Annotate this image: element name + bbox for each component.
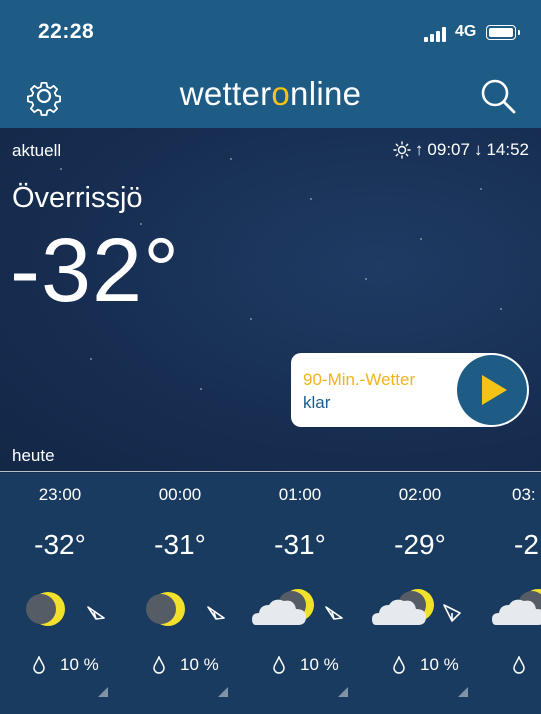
play-icon: [482, 375, 507, 405]
hour-time: 01:00: [278, 485, 322, 504]
sun-icon: [393, 141, 411, 159]
hour-temperature: -2: [514, 529, 539, 560]
hourly-item[interactable]: 00:00 -31° 10 %: [120, 473, 240, 714]
precip-value: 10 %: [420, 655, 459, 674]
precip-value: 10 %: [180, 655, 219, 674]
hourly-item[interactable]: 23:00 -32° 10 %: [0, 473, 120, 714]
drop-icon: [153, 656, 165, 674]
nowcast-button[interactable]: 90-Min.-Wetter klar: [291, 353, 529, 427]
signal-icon: [424, 26, 450, 42]
arrow-up-icon: ↑: [414, 140, 424, 159]
location-name[interactable]: Överrissjö: [12, 182, 143, 215]
expand-corner-icon: [98, 687, 108, 697]
hour-time: 02:00: [398, 485, 442, 504]
hour-temperature: -29°: [394, 529, 446, 560]
sun-times: ↑ 09:07 ↓ 14:52: [393, 140, 529, 160]
network-type: 4G: [455, 23, 477, 40]
drop-icon: [273, 656, 285, 674]
drop-icon: [393, 656, 405, 674]
hourly-item[interactable]: 01:00 -31° 10 %: [240, 473, 360, 714]
expand-corner-icon: [218, 687, 228, 697]
current-weather-panel: aktuell ↑ 09:07 ↓ 14:52 Överrissjö -32° …: [0, 128, 541, 472]
hour-time: 23:00: [38, 485, 82, 504]
hour-temperature: -31°: [274, 529, 326, 560]
hour-temperature: -31°: [154, 529, 206, 560]
hour-time: 03:: [512, 485, 536, 504]
moon-clear-icon: [26, 592, 105, 626]
hour-time: 00:00: [158, 485, 202, 504]
nowcast-status: klar: [303, 393, 331, 412]
moon-cloudy-icon: [492, 589, 541, 625]
moon-clear-icon: [146, 592, 225, 626]
search-icon[interactable]: [478, 76, 518, 116]
today-label: heute: [12, 446, 55, 465]
app-logo: wetteronline: [179, 75, 362, 112]
expand-corner-icon: [458, 687, 468, 697]
hourly-forecast[interactable]: 23:00 -32° 10 % 00:00 -31° 10 % 01:00 -3…: [0, 473, 541, 714]
nowcast-title: 90-Min.-Wetter: [303, 370, 416, 389]
sunrise-time: 09:07: [427, 140, 470, 159]
current-label: aktuell: [12, 141, 62, 160]
status-bar: 22:28 4G: [0, 0, 541, 64]
precip-value: 10 %: [60, 655, 99, 674]
expand-corner-icon: [338, 687, 348, 697]
hourly-item[interactable]: 02:00 -29° 10 %: [360, 473, 480, 714]
current-temperature: -32°: [10, 221, 181, 321]
status-time: 22:28: [38, 20, 95, 43]
play-button[interactable]: [457, 355, 527, 425]
precip-value: 10 %: [300, 655, 339, 674]
arrow-down-icon: ↓: [473, 140, 483, 159]
drop-icon: [513, 656, 525, 674]
drop-icon: [33, 656, 45, 674]
battery-icon: [486, 25, 520, 40]
hour-temperature: -32°: [34, 529, 86, 560]
app-bar: wetteronline: [0, 64, 541, 128]
moon-cloudy-icon: [372, 589, 461, 625]
hourly-item[interactable]: 03: -2: [480, 473, 541, 714]
divider: [0, 471, 541, 472]
moon-cloudy-icon: [252, 589, 343, 625]
sunset-time: 14:52: [486, 140, 529, 159]
